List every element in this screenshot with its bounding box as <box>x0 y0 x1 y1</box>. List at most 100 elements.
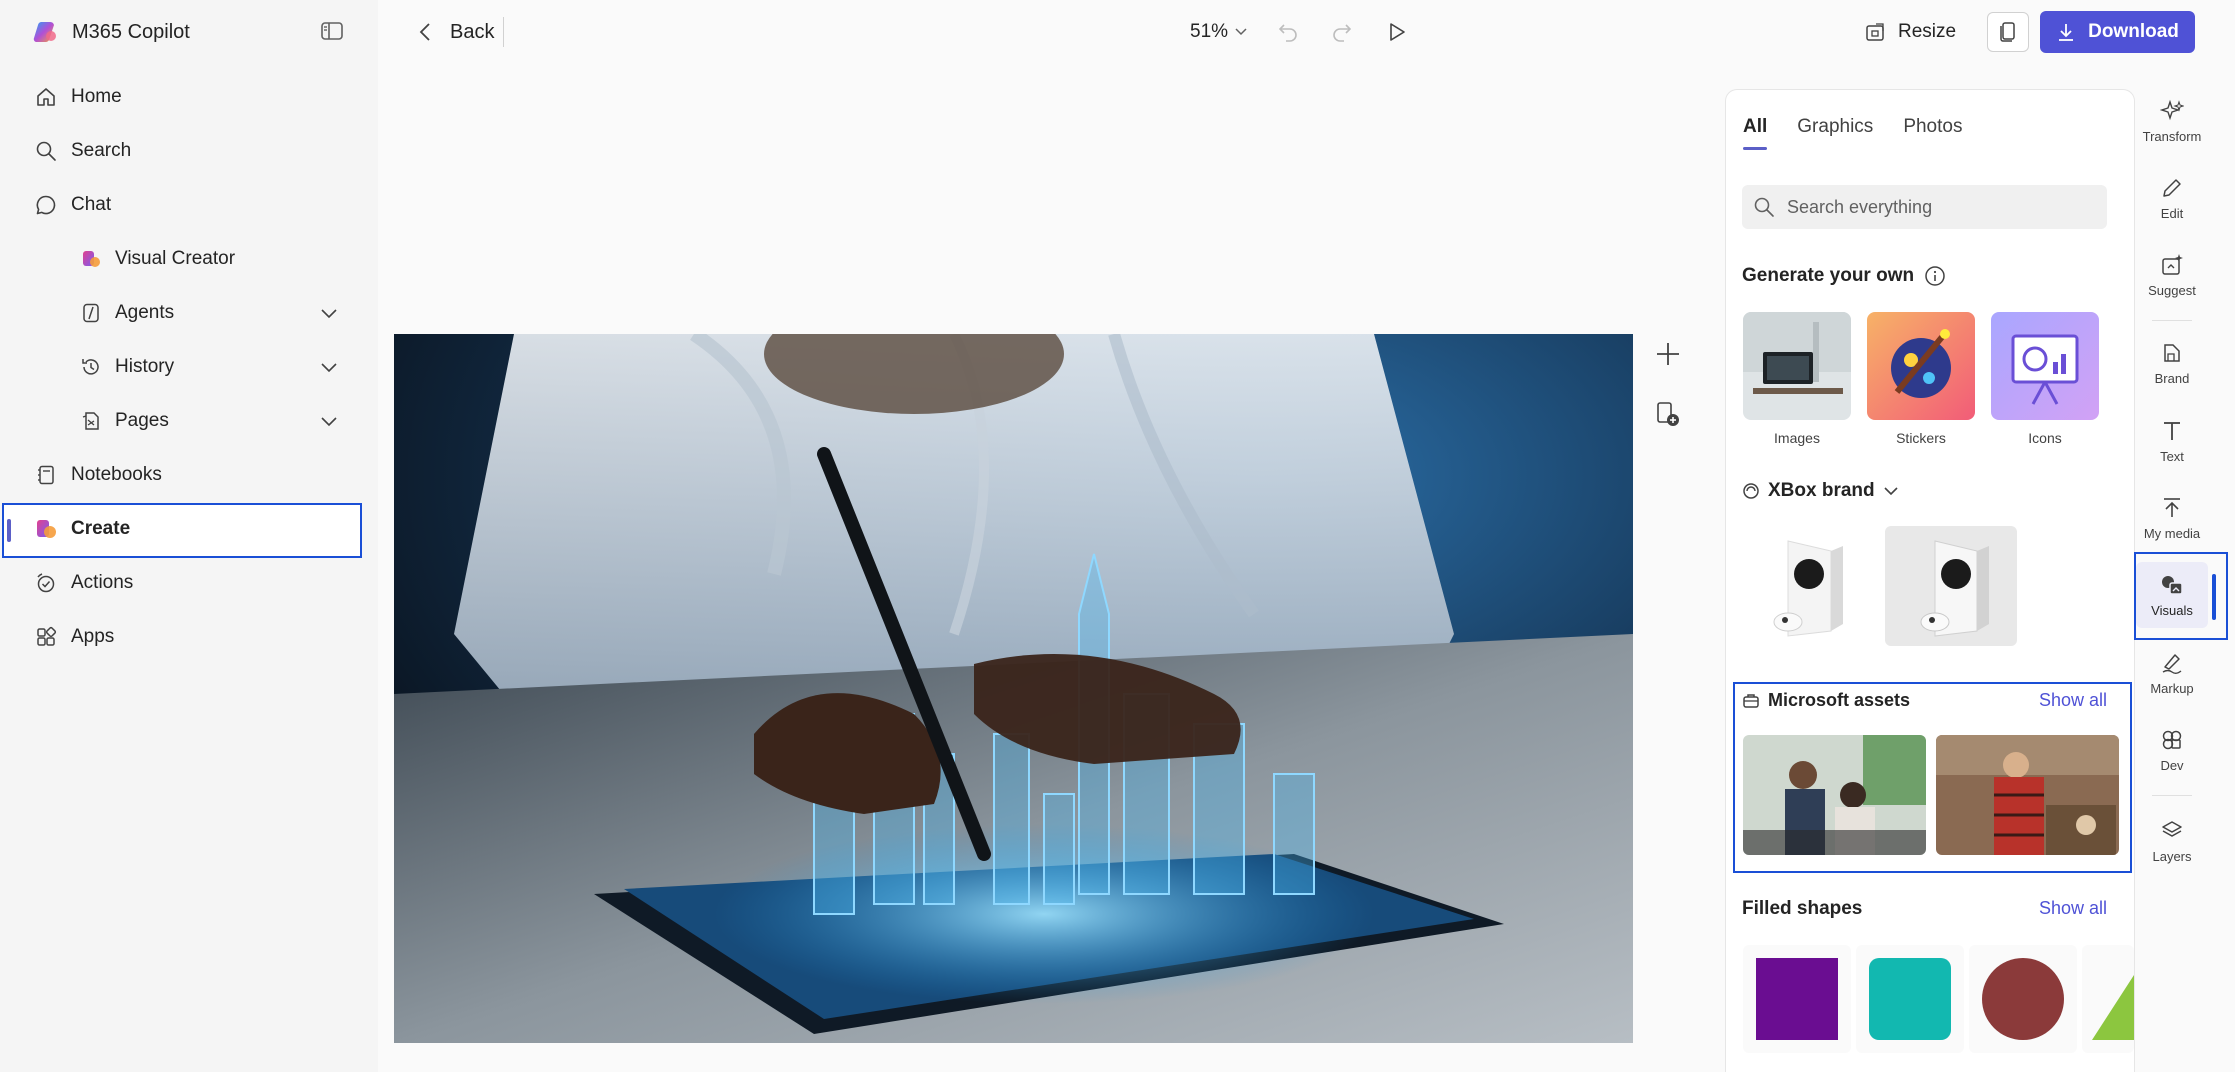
tab-all[interactable]: All <box>1743 116 1768 150</box>
generate-title: Generate your own <box>1742 265 1915 286</box>
rail-label: Dev <box>2160 757 2184 773</box>
triangle-shape <box>2092 975 2134 1040</box>
rail-visuals[interactable]: Visuals <box>2136 562 2208 628</box>
hologram-city-photo <box>394 334 1633 1043</box>
generate-images-tile[interactable] <box>1743 312 1851 420</box>
filled-shapes-show-all-link[interactable]: Show all <box>2039 898 2107 919</box>
app-title: M365 Copilot <box>72 20 190 43</box>
info-icon[interactable] <box>1924 265 1946 287</box>
sidebar-item-chat[interactable]: Chat <box>0 180 378 230</box>
microsoft-assets-show-all-link[interactable]: Show all <box>2039 690 2107 711</box>
shape-square[interactable] <box>1743 945 1851 1053</box>
plus-icon <box>1657 343 1679 365</box>
redo-button[interactable] <box>1326 16 1358 48</box>
toolbar-divider <box>503 17 504 47</box>
sidebar-item-notebooks[interactable]: Notebooks <box>0 450 378 500</box>
shape-triangle[interactable] <box>2082 945 2134 1053</box>
app-brand: M365 Copilot <box>33 16 190 48</box>
rail-label: Visuals <box>2151 602 2193 618</box>
search-icon <box>33 138 59 164</box>
rail-edit[interactable]: Edit <box>2136 165 2208 231</box>
brand-icon <box>2164 343 2180 362</box>
play-button[interactable] <box>1380 16 1412 48</box>
chevron-down-icon <box>1235 28 1247 36</box>
rail-divider <box>2152 320 2192 321</box>
undo-button[interactable] <box>1272 16 1304 48</box>
sidebar-item-apps[interactable]: Apps <box>0 612 378 662</box>
canvas-design-image[interactable] <box>394 334 1633 1043</box>
home-icon <box>33 84 59 110</box>
asset-photo-workshop[interactable] <box>1936 735 2119 855</box>
xbox-console-tile[interactable] <box>1743 526 1875 646</box>
tab-graphics[interactable]: Graphics <box>1797 116 1873 150</box>
generate-images-label: Images <box>1774 430 1820 446</box>
sidebar-item-agents[interactable]: Agents <box>0 288 378 338</box>
actions-icon <box>33 570 59 596</box>
rail-dev[interactable]: Dev <box>2136 717 2208 783</box>
rail-brand[interactable]: Brand <box>2136 330 2208 396</box>
tab-photos[interactable]: Photos <box>1903 116 1962 150</box>
sidebar-item-create[interactable]: Create <box>0 504 378 554</box>
chevron-down-icon[interactable] <box>317 355 341 379</box>
sidebar-item-label: Agents <box>115 302 175 323</box>
generate-stickers-tile[interactable] <box>1867 312 1975 420</box>
resize-icon <box>1866 23 1884 41</box>
sidebar-item-actions[interactable]: Actions <box>0 558 378 608</box>
briefcase-icon <box>1743 693 1759 708</box>
sidebar-item-pages[interactable]: Pages <box>0 396 378 446</box>
rounded-square-shape <box>1869 958 1951 1040</box>
sidebar-item-label: Actions <box>71 572 134 593</box>
add-page-button[interactable] <box>1650 396 1686 432</box>
sidebar-item-visual-creator[interactable]: Visual Creator <box>0 234 378 284</box>
generate-icons-tile[interactable] <box>1991 312 2099 420</box>
chevron-left-icon <box>419 23 430 41</box>
microsoft-assets-title: Microsoft assets <box>1768 690 1911 710</box>
resize-button[interactable]: Resize <box>1864 14 1956 50</box>
download-label: Download <box>2088 21 2179 42</box>
shape-circle[interactable] <box>1969 945 2077 1053</box>
generate-section-header: Generate your own <box>1742 265 1946 287</box>
back-button[interactable]: Back <box>418 14 494 50</box>
rail-my-media[interactable]: My media <box>2136 485 2208 551</box>
sparkle-icon <box>2160 99 2184 120</box>
sidebar-item-home[interactable]: Home <box>0 72 378 122</box>
shape-rounded-square[interactable] <box>1856 945 1964 1053</box>
square-shape <box>1756 958 1838 1040</box>
zoom-value: 51% <box>1190 21 1229 42</box>
suggest-icon <box>2162 253 2183 275</box>
search-icon <box>1754 197 1774 217</box>
add-element-button[interactable] <box>1650 336 1686 372</box>
chevron-down-icon[interactable] <box>317 301 341 325</box>
collapse-sidebar-button[interactable] <box>318 18 346 44</box>
generate-icons-label: Icons <box>2028 430 2062 446</box>
rail-transform[interactable]: Transform <box>2136 88 2208 154</box>
sidebar-item-label: History <box>115 356 175 377</box>
xbox-console-tile-selected[interactable] <box>1885 526 2017 646</box>
copy-button[interactable] <box>1987 12 2029 52</box>
brand-kit-dropdown[interactable]: XBox brand <box>1742 480 1899 502</box>
rail-label: Suggest <box>2148 282 2196 298</box>
asset-photo-meeting[interactable] <box>1743 735 1926 855</box>
upload-icon <box>2164 497 2180 517</box>
chevron-down-icon[interactable] <box>317 409 341 433</box>
sidebar-item-label: Pages <box>115 410 169 431</box>
rail-text[interactable]: Text <box>2136 408 2208 474</box>
visuals-icon <box>2162 575 2183 595</box>
filled-shapes-title: Filled shapes <box>1742 898 1863 919</box>
text-icon <box>2164 421 2180 440</box>
icons-thumbnail <box>1991 312 2099 420</box>
search-input[interactable] <box>1787 185 2097 229</box>
rail-label: Text <box>2160 448 2184 464</box>
rail-suggest[interactable]: Suggest <box>2136 242 2208 308</box>
rail-markup[interactable]: Markup <box>2136 640 2208 706</box>
download-button[interactable]: Download <box>2040 11 2195 53</box>
xbox-console-image <box>1920 540 1989 637</box>
sidebar-item-search[interactable]: Search <box>0 126 378 176</box>
microsoft-assets-header: Microsoft assets <box>1742 690 1910 711</box>
sidebar-item-history[interactable]: History <box>0 342 378 392</box>
sidebar-item-label: Home <box>71 86 122 107</box>
zoom-dropdown[interactable]: 51% <box>1190 16 1248 48</box>
rail-label: Brand <box>2154 370 2190 386</box>
rail-layers[interactable]: Layers <box>2136 808 2208 874</box>
search-box <box>1742 185 2107 229</box>
